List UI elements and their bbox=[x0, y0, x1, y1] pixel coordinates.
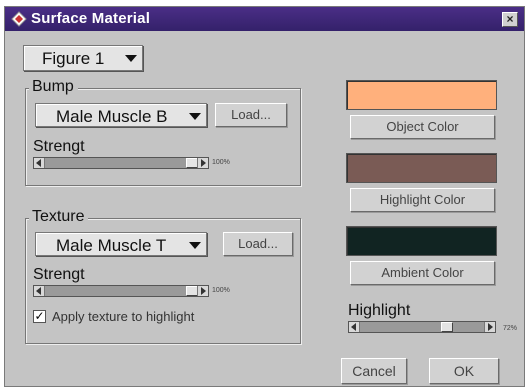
apply-texture-label[interactable]: Apply texture to highlight bbox=[52, 309, 194, 324]
slider-thumb[interactable] bbox=[441, 322, 453, 332]
cancel-button[interactable]: Cancel bbox=[341, 358, 407, 384]
title-bar[interactable]: Surface Material × bbox=[5, 7, 524, 31]
highlight-value: 72% bbox=[503, 325, 518, 332]
object-color-label: Object Color bbox=[386, 119, 459, 134]
ok-button[interactable]: OK bbox=[429, 358, 499, 384]
ok-label: OK bbox=[453, 363, 475, 379]
bump-strength-label: Strengt bbox=[33, 138, 85, 155]
chevron-down-icon bbox=[125, 55, 137, 62]
figure-select[interactable]: Figure 1 bbox=[23, 45, 143, 71]
close-icon: × bbox=[506, 12, 514, 26]
highlight-color-label: Highlight Color bbox=[379, 192, 466, 207]
bump-group-label: Bump bbox=[29, 78, 78, 96]
texture-strength-label: Strengt bbox=[33, 266, 85, 283]
arrow-left-icon[interactable] bbox=[34, 158, 45, 168]
bump-map-select-value: Male Muscle B bbox=[56, 107, 168, 126]
highlight-color-button[interactable]: Highlight Color bbox=[350, 188, 495, 212]
chevron-down-icon bbox=[189, 113, 201, 120]
highlight-slider[interactable] bbox=[348, 321, 496, 333]
apply-texture-checkbox[interactable]: ✓ bbox=[33, 310, 46, 323]
chevron-down-icon bbox=[189, 242, 201, 249]
arrow-right-icon[interactable] bbox=[484, 322, 495, 332]
texture-map-select-value: Male Muscle T bbox=[56, 236, 167, 255]
bump-load-label: Load... bbox=[231, 107, 271, 122]
bump-load-button[interactable]: Load... bbox=[215, 103, 287, 127]
object-color-button[interactable]: Object Color bbox=[350, 115, 495, 139]
app-diamond-icon bbox=[11, 11, 27, 27]
arrow-right-icon[interactable] bbox=[197, 158, 208, 168]
close-button[interactable]: × bbox=[502, 12, 518, 27]
ambient-color-swatch[interactable] bbox=[346, 226, 497, 256]
arrow-right-icon[interactable] bbox=[197, 286, 208, 296]
ambient-color-label: Ambient Color bbox=[381, 265, 464, 280]
highlight-label: Highlight bbox=[348, 302, 411, 319]
window-title: Surface Material bbox=[31, 10, 151, 27]
cancel-label: Cancel bbox=[352, 363, 396, 379]
bump-map-select[interactable]: Male Muscle B bbox=[35, 103, 207, 127]
texture-map-select[interactable]: Male Muscle T bbox=[35, 232, 207, 256]
arrow-left-icon[interactable] bbox=[34, 286, 45, 296]
surface-material-dialog: Surface Material × Figure 1 Bump Male Mu… bbox=[4, 6, 525, 387]
check-icon: ✓ bbox=[34, 309, 45, 323]
bump-strength-slider[interactable] bbox=[33, 157, 209, 169]
ambient-color-button[interactable]: Ambient Color bbox=[350, 261, 495, 285]
texture-group-label: Texture bbox=[29, 208, 89, 226]
texture-strength-value: 100% bbox=[212, 287, 230, 294]
object-color-swatch[interactable] bbox=[346, 80, 497, 110]
texture-load-label: Load... bbox=[238, 236, 278, 251]
arrow-left-icon[interactable] bbox=[349, 322, 360, 332]
bump-strength-value: 100% bbox=[212, 159, 230, 166]
texture-strength-slider[interactable] bbox=[33, 285, 209, 297]
figure-select-value: Figure 1 bbox=[42, 49, 105, 68]
highlight-color-swatch[interactable] bbox=[346, 153, 497, 183]
texture-load-button[interactable]: Load... bbox=[223, 232, 293, 256]
